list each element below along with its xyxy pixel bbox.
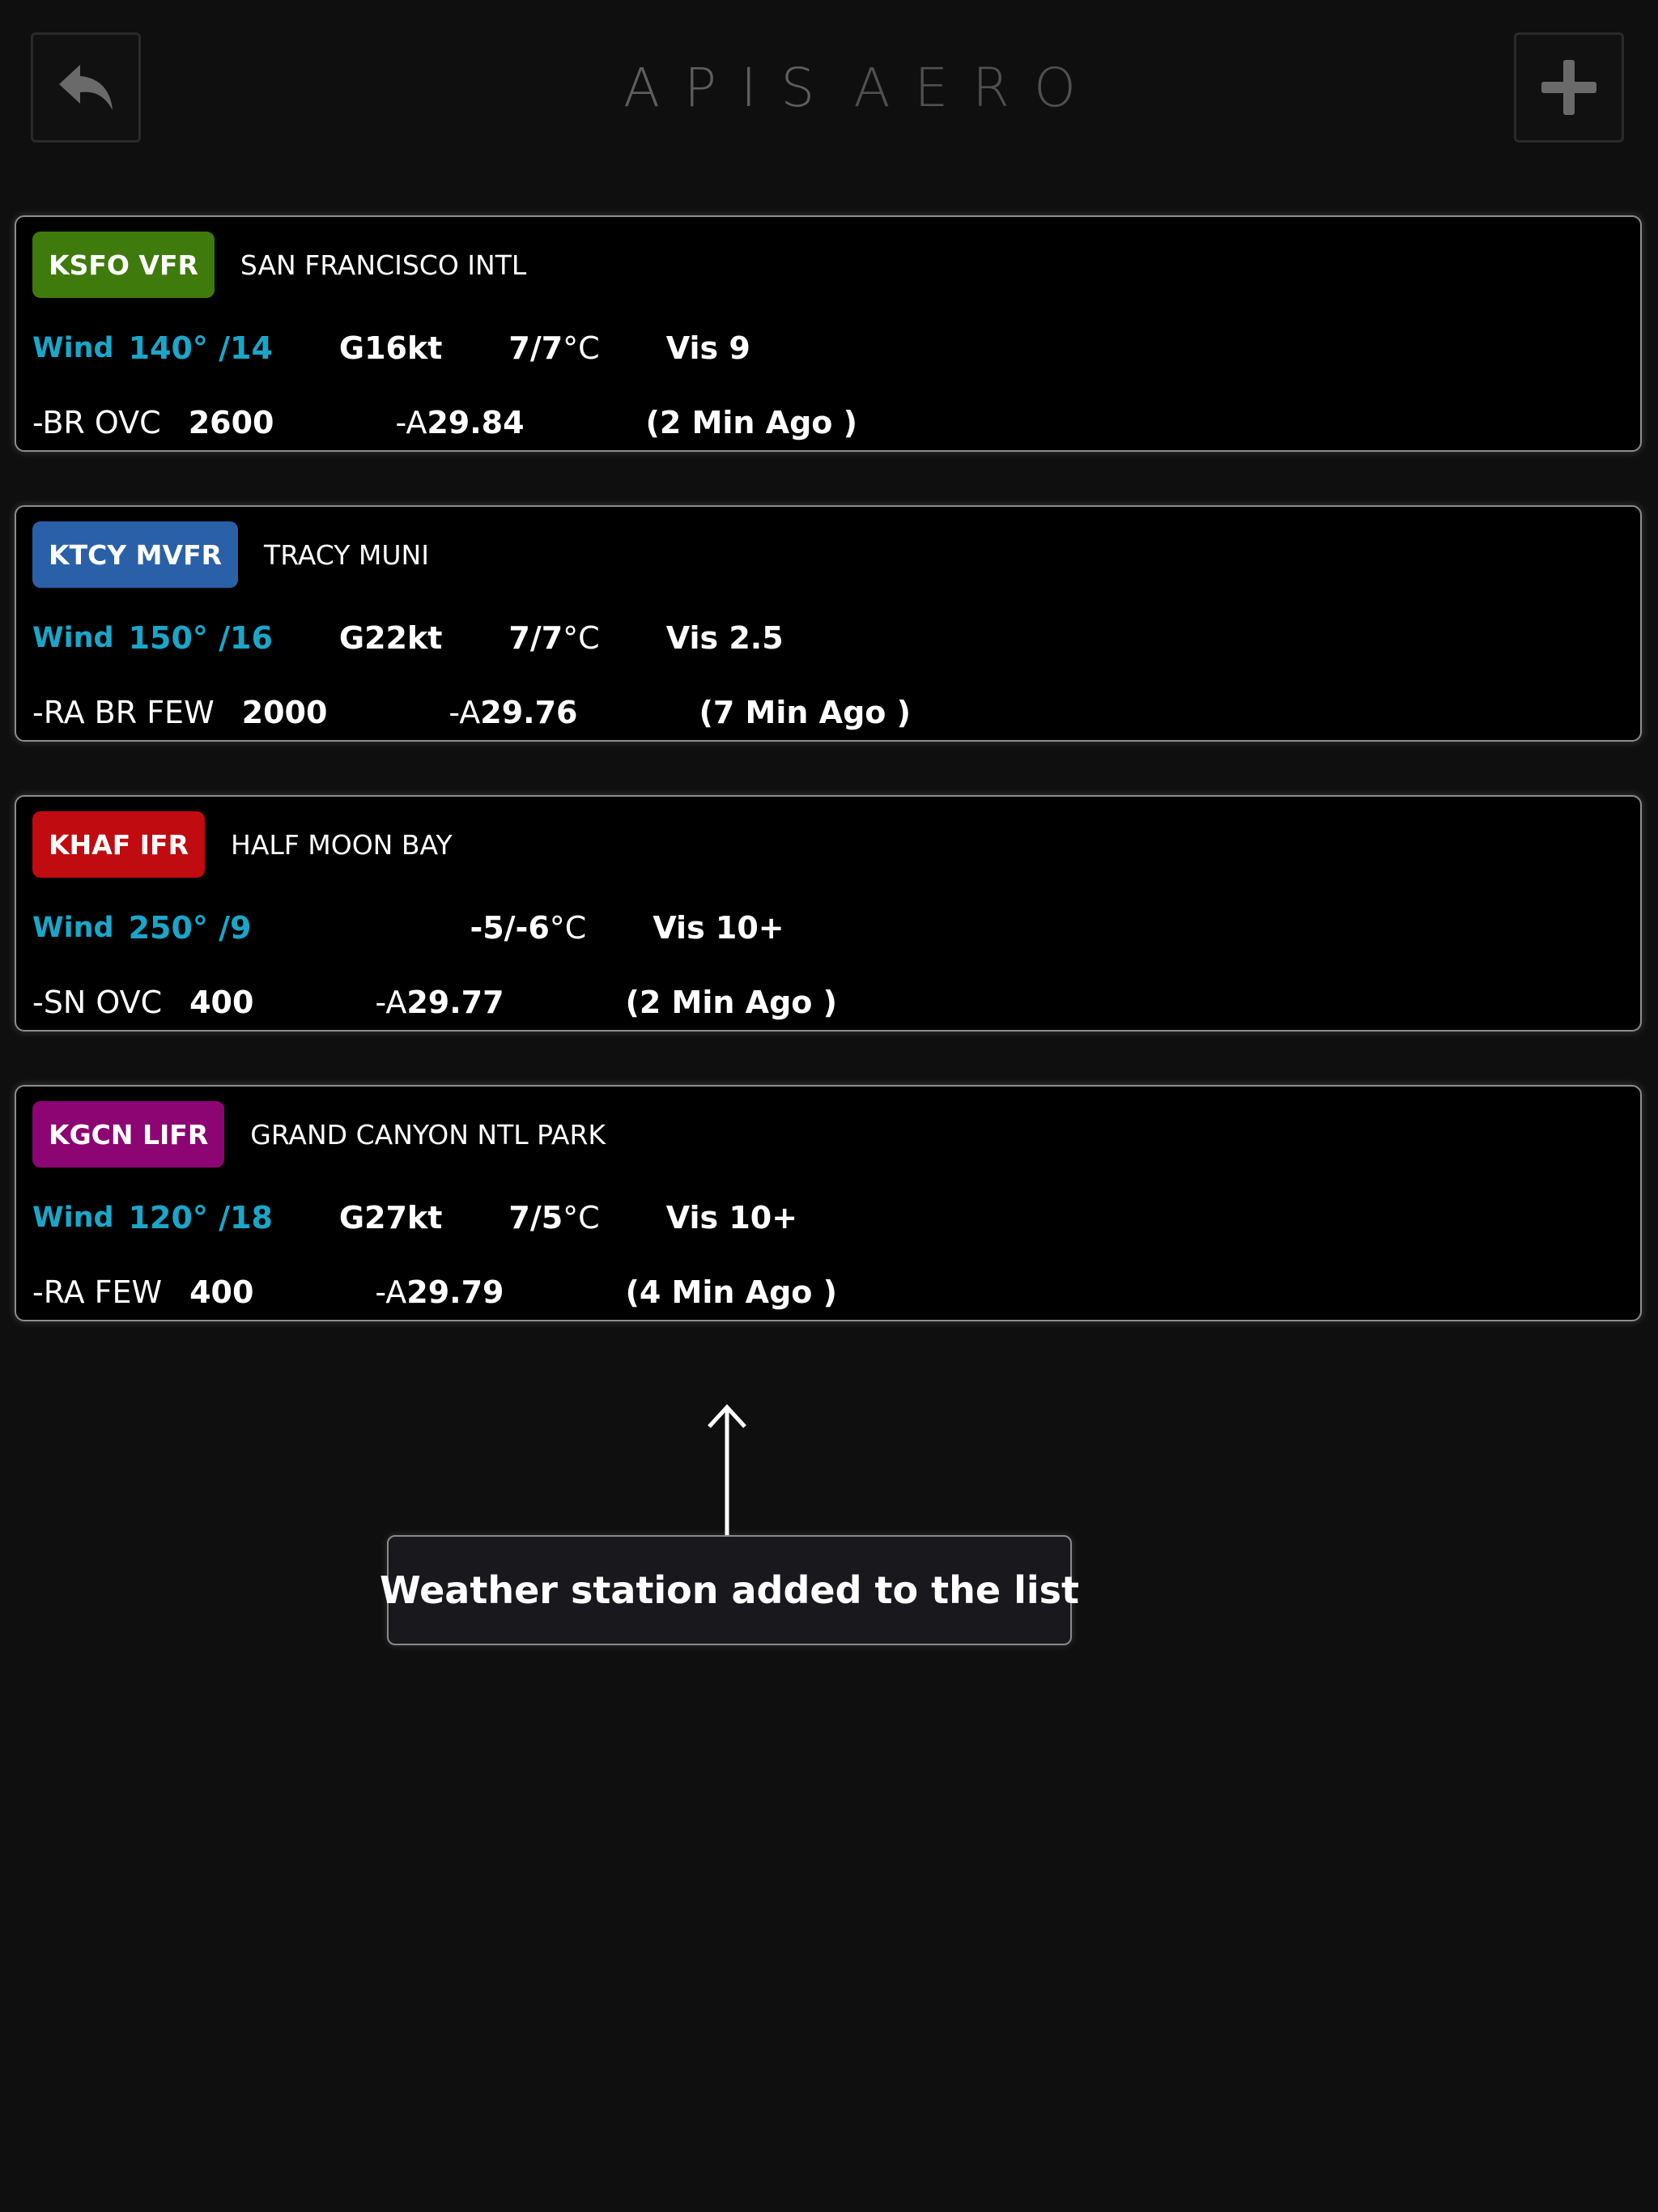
station-name: GRAND CANYON NTL PARK [250,1118,606,1151]
sky-conditions: -RA FEW [32,1274,163,1310]
wind-value: 250° /9 [128,910,252,946]
conditions-row: -RA BR FEW 2000 -A 29.76 (7 Min Ago ) [32,688,911,737]
altimeter-value: 29.76 [480,695,578,730]
altimeter-prefix: -A [449,695,481,730]
wind-label: Wind [32,622,114,654]
altimeter-prefix: -A [375,985,407,1020]
temperature-value: -5/-6 [470,910,550,946]
ceiling-value: 400 [189,985,254,1020]
altimeter-value: 29.77 [406,985,504,1020]
visibility-value: Vis 9 [665,330,750,366]
ceiling-value: 2000 [241,695,328,730]
station-header: KGCN LIFR GRAND CANYON NTL PARK [32,1101,606,1168]
logo-text-apis: APIS [623,56,840,119]
sky-conditions: -SN OVC [32,985,163,1020]
station-card[interactable]: KTCY MVFR TRACY MUNI Wind 150° /16 G22kt… [15,505,1642,742]
ceiling-value: 400 [189,1274,254,1310]
gust-value: G22kt [338,620,443,656]
altimeter-value: 29.84 [427,405,525,440]
conditions-row: -BR OVC 2600 -A 29.84 (2 Min Ago ) [32,398,857,447]
visibility-value: Vis 2.5 [665,620,784,656]
altimeter-value: 29.79 [406,1274,504,1310]
altimeter-prefix: -A [375,1274,407,1310]
visibility-value: Vis 10+ [665,1200,798,1236]
apis-aero-logo: APIS AERO [623,55,1076,120]
flight-category-badge: KGCN LIFR [32,1101,225,1168]
temperature-unit: °C [549,910,587,946]
station-name: HALF MOON BAY [231,828,453,861]
station-card[interactable]: KSFO VFR SAN FRANCISCO INTL Wind 140° /1… [15,215,1642,452]
ceiling-value: 2600 [188,405,274,440]
station-header: KHAF IFR HALF MOON BAY [32,811,453,878]
gust-value: G27kt [338,1200,443,1236]
logo-text-aero: AERO [853,56,1100,119]
up-arrow-icon [708,1404,746,1537]
plus-icon [1541,60,1596,115]
conditions-row: -SN OVC 400 -A 29.77 (2 Min Ago ) [32,978,837,1027]
wind-label: Wind [32,332,114,364]
station-name: TRACY MUNI [264,538,429,571]
wind-label: Wind [32,912,114,944]
temperature-unit: °C [563,1200,600,1236]
add-station-button[interactable] [1514,32,1624,143]
altimeter-prefix: -A [395,405,427,440]
report-age: (2 Min Ago ) [625,985,837,1020]
back-arrow-icon [59,65,113,110]
station-card[interactable]: KHAF IFR HALF MOON BAY Wind 250° /9 -5/-… [15,795,1642,1032]
temperature-value: 7/7 [508,330,563,366]
station-header: KSFO VFR SAN FRANCISCO INTL [32,232,526,298]
report-age: (2 Min Ago ) [645,405,858,440]
temperature-value: 7/5 [508,1200,563,1236]
wind-row: Wind 140° /14 G16kt 7/7 °C Vis 9 [32,324,750,372]
flight-category-badge: KHAF IFR [32,811,205,878]
wind-value: 120° /18 [128,1200,273,1236]
conditions-row: -RA FEW 400 -A 29.79 (4 Min Ago ) [32,1268,837,1317]
wind-value: 140° /14 [128,330,273,366]
wind-label: Wind [32,1202,114,1234]
temperature-unit: °C [563,620,600,656]
report-age: (7 Min Ago ) [699,695,911,730]
wind-row: Wind 150° /16 G22kt 7/7 °C Vis 2.5 [32,614,784,662]
gust-value: G16kt [338,330,443,366]
visibility-value: Vis 10+ [653,910,784,946]
wind-row: Wind 250° /9 -5/-6 °C Vis 10+ [32,904,784,952]
flight-category-badge: KTCY MVFR [32,521,239,588]
sky-conditions: -RA BR FEW [32,695,215,730]
station-name: SAN FRANCISCO INTL [240,249,527,281]
temperature-value: 7/7 [508,620,563,656]
report-age: (4 Min Ago ) [625,1274,837,1310]
flight-category-badge: KSFO VFR [32,232,215,298]
top-bar: APIS AERO [0,0,1658,178]
wind-value: 150° /16 [128,620,273,656]
station-header: KTCY MVFR TRACY MUNI [32,521,429,588]
sky-conditions: -BR OVC [32,405,161,440]
station-card[interactable]: KGCN LIFR GRAND CANYON NTL PARK Wind 120… [15,1085,1642,1321]
toast-notification: Weather station added to the list [380,1535,1079,1645]
back-button[interactable] [31,32,141,143]
temperature-unit: °C [563,330,600,366]
wind-row: Wind 120° /18 G27kt 7/5 °C Vis 10+ [32,1193,797,1242]
